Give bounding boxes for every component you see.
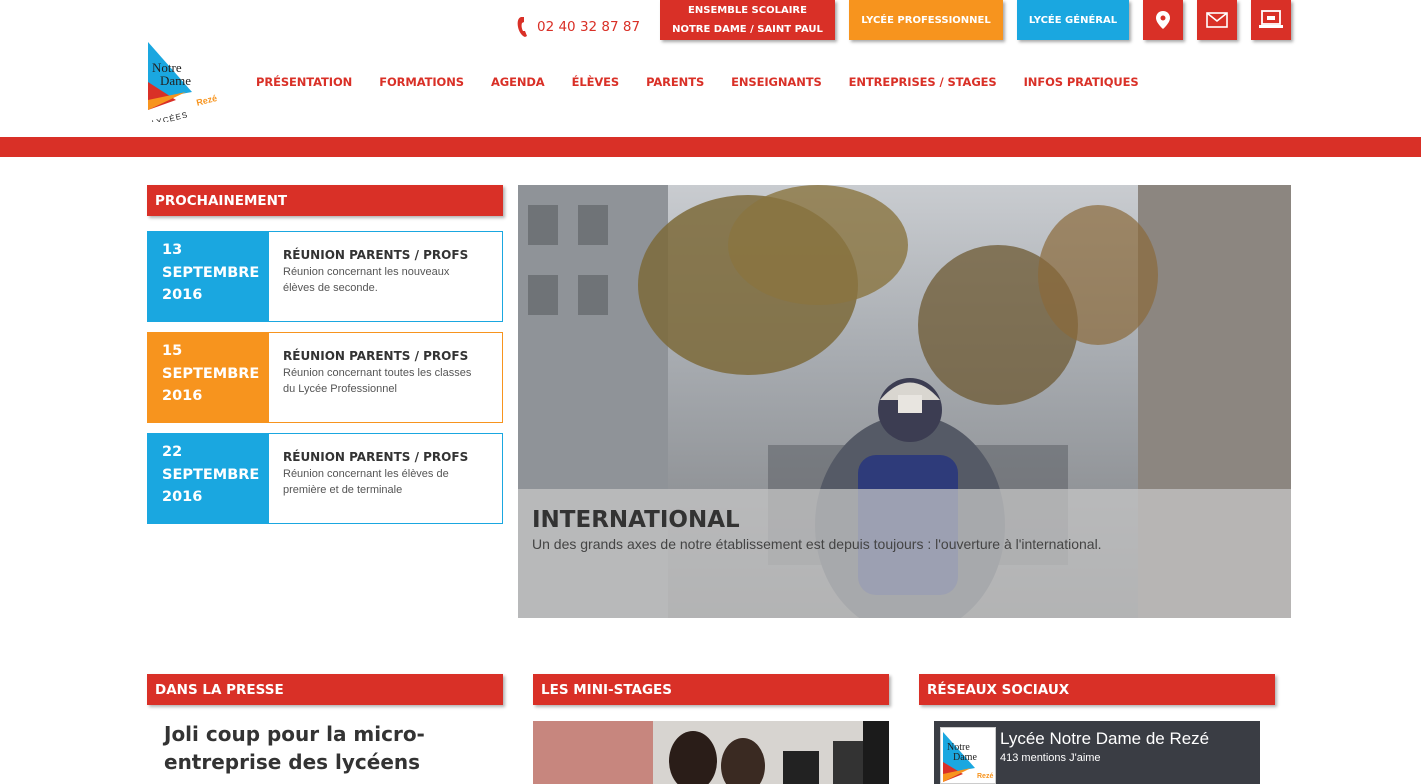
nav-agenda[interactable]: AGENDA — [491, 75, 545, 89]
mail-icon — [1206, 12, 1228, 28]
header-red-band — [0, 137, 1421, 157]
lycee-professionnel-button[interactable]: LYCÉE PROFESSIONNEL — [849, 0, 1003, 40]
logo-text-reze: Rezé — [195, 93, 218, 108]
logo-text-dame: Dame — [160, 73, 191, 88]
site-logo[interactable]: Notre Dame LYCÉES Rezé — [146, 42, 224, 128]
nav-presentation[interactable]: PRÉSENTATION — [256, 75, 352, 89]
event-month: SEPTEMBRE — [162, 264, 260, 281]
fb-logo-reze: Rezé — [977, 773, 993, 780]
ministages-heading: LES MINI-STAGES — [533, 674, 889, 705]
phone-icon — [517, 17, 527, 37]
laptop-icon — [1259, 10, 1283, 28]
facebook-likes: 413 mentions J'aime — [1000, 752, 1101, 764]
event-day: 22 — [162, 444, 183, 460]
event-date: 15 SEPTEMBRE 2016 — [148, 333, 269, 422]
phone-number: 02 40 32 87 87 — [537, 19, 641, 35]
nav-parents[interactable]: PARENTS — [646, 75, 704, 89]
facebook-page-name[interactable]: Lycée Notre Dame de Rezé — [1000, 729, 1209, 749]
event-description: Réunion concernant les nouveaux élèves d… — [283, 266, 450, 294]
ministages-image[interactable] — [533, 721, 889, 784]
event-description: Réunion concernant les élèves de premièr… — [283, 468, 449, 496]
nav-enseignants[interactable]: ENSEIGNANTS — [731, 75, 822, 89]
ministages-photo — [533, 721, 889, 784]
event-year: 2016 — [162, 287, 203, 303]
ensemble-scolaire-button[interactable]: ENSEMBLE SCOLAIRE NOTRE DAME / SAINT PAU… — [660, 0, 835, 40]
ensemble-line1: ENSEMBLE SCOLAIRE — [688, 5, 807, 16]
event-month: SEPTEMBRE — [162, 466, 260, 483]
main-nav: PRÉSENTATION FORMATIONS AGENDA ÉLÈVES PA… — [256, 75, 1166, 89]
event-title: RÉUNION PARENTS / PROFS — [283, 248, 469, 262]
prochainement-heading: PROCHAINEMENT — [147, 185, 503, 216]
lycee-general-button[interactable]: LYCÉE GÉNÉRAL — [1017, 0, 1129, 40]
hero-title: INTERNATIONAL — [532, 507, 740, 533]
facebook-page-avatar: Notre Dame Rezé — [940, 727, 996, 784]
hero-slide[interactable]: INTERNATIONAL Un des grands axes de notr… — [518, 185, 1291, 618]
event-day: 15 — [162, 343, 183, 359]
event-item[interactable]: 15 SEPTEMBRE 2016 RÉUNION PARENTS / PROF… — [147, 332, 503, 423]
event-date: 22 SEPTEMBRE 2016 — [148, 434, 269, 523]
facebook-widget[interactable]: Notre Dame Rezé Lycée Notre Dame de Rezé… — [934, 721, 1260, 784]
phone-contact[interactable]: 02 40 32 87 87 — [517, 14, 640, 40]
presse-article-title[interactable]: Joli coup pour la micro-entreprise des l… — [164, 720, 484, 776]
map-pin-icon — [1156, 11, 1170, 29]
event-year: 2016 — [162, 388, 203, 404]
hero-caption: INTERNATIONAL Un des grands axes de notr… — [518, 489, 1291, 618]
mail-button[interactable] — [1197, 0, 1237, 40]
ensemble-line2: NOTRE DAME / SAINT PAUL — [672, 24, 823, 35]
presse-heading: DANS LA PRESSE — [147, 674, 503, 705]
nav-infos-pratiques[interactable]: INFOS PRATIQUES — [1024, 75, 1139, 89]
event-month: SEPTEMBRE — [162, 365, 260, 382]
event-title: RÉUNION PARENTS / PROFS — [283, 349, 469, 363]
fb-logo-dame: Dame — [953, 752, 977, 763]
nav-formations[interactable]: FORMATIONS — [379, 75, 464, 89]
event-description: Réunion concernant toutes les classes du… — [283, 367, 472, 395]
hero-text: Un des grands axes de notre établissemen… — [532, 536, 1102, 552]
event-item[interactable]: 22 SEPTEMBRE 2016 RÉUNION PARENTS / PROF… — [147, 433, 503, 524]
event-day: 13 — [162, 242, 183, 258]
event-title: RÉUNION PARENTS / PROFS — [283, 450, 469, 464]
logo-text-lycees: LYCÉES — [151, 110, 189, 122]
map-button[interactable] — [1143, 0, 1183, 40]
reseaux-heading: RÉSEAUX SOCIAUX — [919, 674, 1275, 705]
nav-entreprises-stages[interactable]: ENTREPRISES / STAGES — [849, 75, 997, 89]
event-year: 2016 — [162, 489, 203, 505]
event-date: 13 SEPTEMBRE 2016 — [148, 232, 269, 321]
nav-eleves[interactable]: ÉLÈVES — [572, 75, 620, 89]
intranet-button[interactable] — [1251, 0, 1291, 40]
event-item[interactable]: 13 SEPTEMBRE 2016 RÉUNION PARENTS / PROF… — [147, 231, 503, 322]
